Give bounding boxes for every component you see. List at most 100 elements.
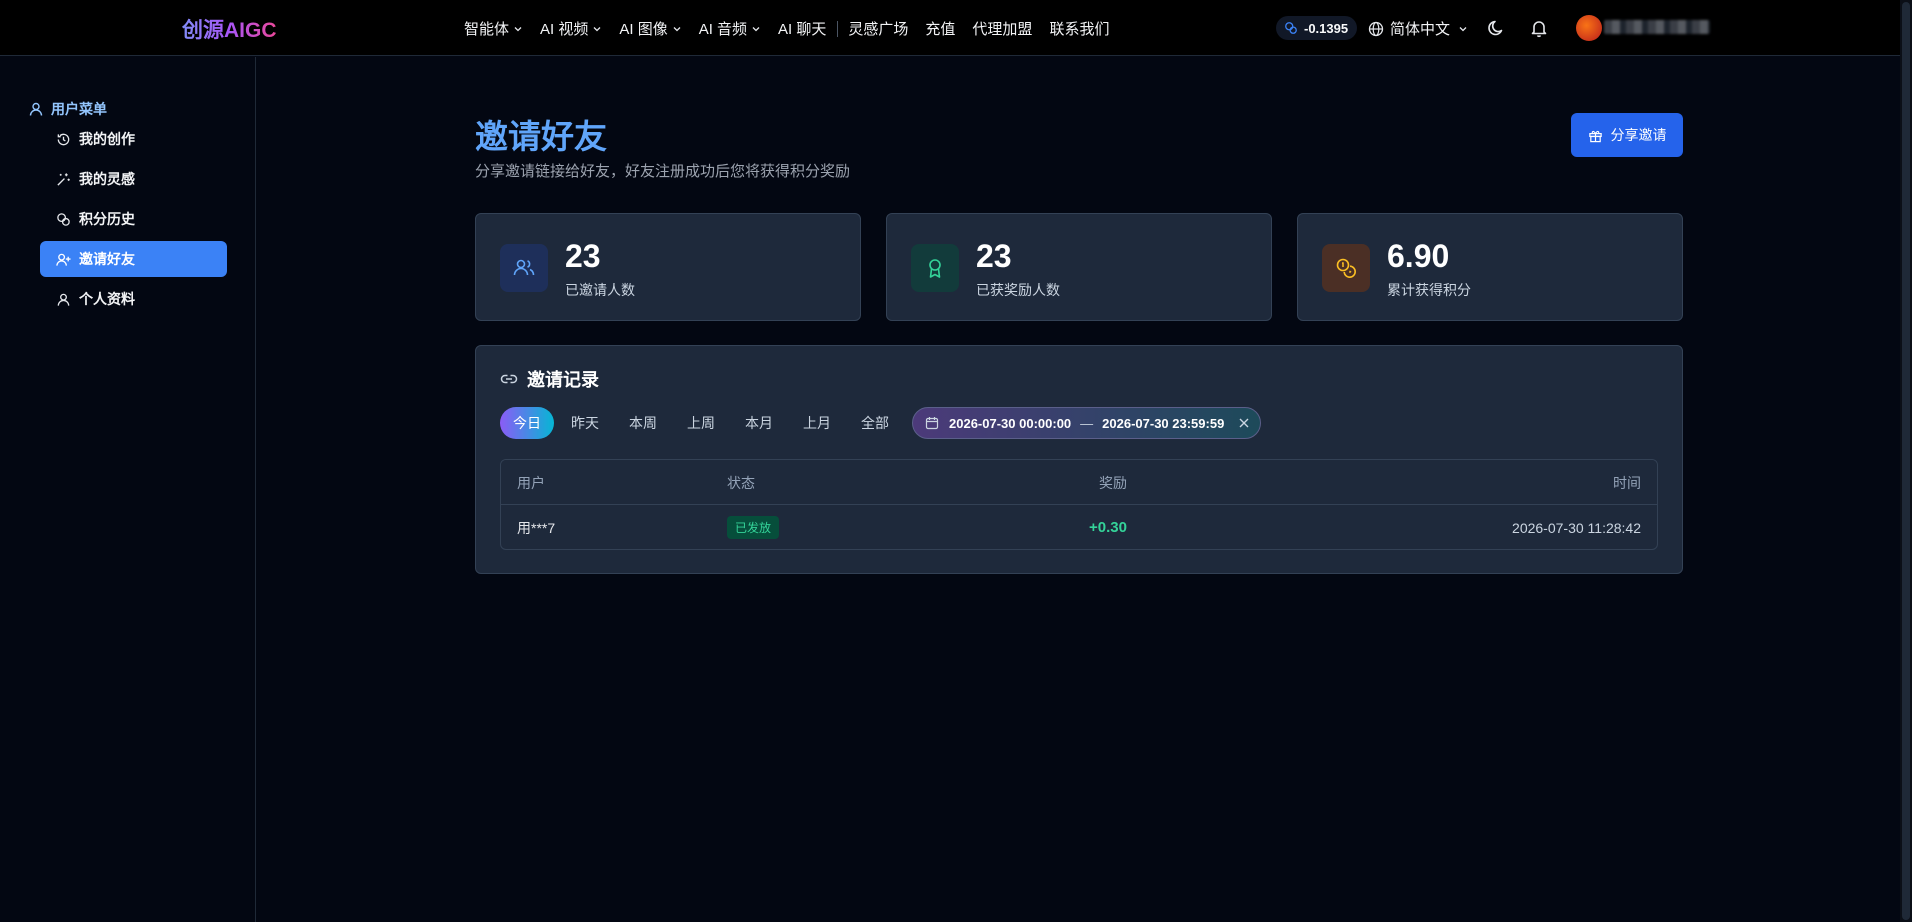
logo[interactable]: 创源AIGC [182,14,277,44]
nav-item-inspiration[interactable]: 灵感广场 [848,18,908,39]
globe-icon [1368,21,1384,36]
sidebar-item-profile[interactable]: 个人资料 [40,281,227,317]
chevron-down-icon [1459,26,1467,31]
user-icon [29,102,43,116]
sidebar-item-my-inspiration[interactable]: 我的灵感 [40,161,227,197]
link-icon [500,374,518,384]
invite-records-table: 用户 状态 奖励 时间 用***7 已发放 +0.30 2026-07-30 1… [500,459,1658,550]
nav-label: 智能体 [464,21,510,38]
sidebar: 用户菜单 我的创作 我的灵感 积分历史 邀请好友 个人资料 [0,57,256,922]
sidebar-item-my-creations[interactable]: 我的创作 [40,121,227,157]
bell-icon[interactable] [1528,17,1550,39]
username-redacted[interactable] [1604,20,1710,34]
nav-item-ai-chat[interactable]: AI 聊天 [778,18,826,39]
close-icon[interactable] [1238,417,1250,429]
share-invite-button[interactable]: 分享邀请 [1571,113,1683,157]
date-range-start[interactable]: 2026-07-30 00:00:00 [949,416,1071,431]
stat-value: 23 [565,238,601,274]
coins-icon [57,212,70,226]
calendar-icon [925,417,939,430]
stat-label: 累计获得积分 [1387,282,1471,298]
nav-item-recharge[interactable]: 充值 [925,18,955,39]
stat-icon-box [911,244,959,292]
nav-label: 联系我们 [1049,21,1110,38]
chevron-down-icon [514,26,522,31]
filter-all[interactable]: 全部 [848,407,902,439]
column-header-reward-label: 奖励 [1099,474,1127,491]
filter-last-month[interactable]: 上月 [790,407,844,439]
language-selector[interactable]: 简体中文 [1368,18,1468,39]
chevron-down-icon [673,26,681,31]
language-label: 简体中文 [1390,21,1451,38]
page-title: 邀请好友 [475,118,607,155]
date-range-end[interactable]: 2026-07-30 23:59:59 [1102,416,1224,431]
coins-icon [1285,22,1297,34]
nav-divider [837,20,839,37]
table-header: 用户 状态 奖励 时间 [501,460,1657,505]
nav-label: AI 音频 [698,21,748,38]
date-range-picker[interactable]: 2026-07-30 00:00:00 — 2026-07-30 23:59:5… [912,407,1262,439]
page-scrollbar[interactable] [1900,0,1912,922]
nav-item-ai-audio[interactable]: AI 音频 [699,18,761,39]
sidebar-title-label: 用户菜单 [51,101,107,117]
cell-user: 用***7 [517,519,556,536]
nav-label: 充值 [925,21,956,38]
stat-card-rewarded: 23 已获奖励人数 [886,213,1272,321]
nav-label: AI 聊天 [778,21,827,38]
filter-this-month[interactable]: 本月 [732,407,786,439]
reward-value: +0.30 [1089,519,1127,536]
sidebar-item-points-history[interactable]: 积分历史 [40,201,227,237]
status-badge: 已发放 [727,516,780,539]
column-header-time: 时间 [1613,474,1641,491]
balance-value: -0.1395 [1304,20,1349,36]
date-range-separator: — [1080,415,1094,431]
moon-icon[interactable] [1486,17,1508,39]
balance-badge[interactable]: -0.1395 [1276,16,1358,40]
avatar[interactable] [1576,15,1602,41]
table-row: 用***7 已发放 +0.30 2026-07-30 11:28:42 [501,505,1657,549]
nav-item-contact[interactable]: 联系我们 [1049,18,1109,39]
sparkles-icon [57,172,70,186]
sidebar-item-label: 邀请好友 [79,251,135,267]
top-navbar: 创源AIGC 智能体 AI 视频 AI 图像 AI 音频 AI 聊天 灵感广场 … [0,0,1900,56]
sidebar-title: 用户菜单 [28,99,107,119]
stat-value: 6.90 [1387,238,1450,274]
gift-icon [1588,130,1602,142]
invite-records-panel: 邀请记录 今日 昨天 本周 上周 本月 上月 全部 2026-07-30 00:… [475,345,1683,574]
coins-icon [1336,258,1356,278]
sidebar-item-label: 积分历史 [79,211,135,227]
sidebar-item-label: 我的创作 [79,131,135,147]
nav-item-agents[interactable]: 智能体 [464,18,523,39]
filter-last-week[interactable]: 上周 [674,407,728,439]
nav-item-ai-image[interactable]: AI 图像 [619,18,681,39]
users-icon [513,259,535,276]
nav-label: AI 视频 [540,21,589,38]
chevron-down-icon [593,26,601,31]
nav-item-agency[interactable]: 代理加盟 [972,18,1032,39]
history-icon [57,133,70,145]
column-header-user: 用户 [517,474,545,491]
filter-yesterday[interactable]: 昨天 [558,407,612,439]
stat-value: 23 [976,238,1012,274]
records-title-label: 邀请记录 [527,370,599,390]
nav-label: AI 图像 [619,21,668,38]
stat-label: 已获奖励人数 [976,282,1060,298]
stat-card-points: 6.90 累计获得积分 [1297,213,1683,321]
award-icon [929,259,941,278]
date-filter-bar: 今日 昨天 本周 上周 本月 上月 全部 2026-07-30 00:00:00… [500,407,1262,439]
filter-today[interactable]: 今日 [500,407,554,439]
sidebar-item-invite-friends[interactable]: 邀请好友 [40,241,227,277]
cell-status: 已发放 [727,505,780,549]
scrollbar-thumb[interactable] [1902,2,1910,920]
nav-item-ai-video[interactable]: AI 视频 [540,18,602,39]
filter-this-week[interactable]: 本周 [616,407,670,439]
records-title: 邀请记录 [500,366,599,392]
user-plus-icon [56,253,71,266]
stat-icon-box [1322,244,1370,292]
stat-icon-box [500,244,548,292]
stat-label: 已邀请人数 [565,282,635,298]
page-subtitle: 分享邀请链接给好友，好友注册成功后您将获得积分奖励 [475,163,851,180]
chevron-down-icon [752,26,760,31]
user-icon [57,293,70,306]
main-nav: 智能体 AI 视频 AI 图像 AI 音频 AI 聊天 灵感广场 充值 代理加盟 [464,18,1126,39]
